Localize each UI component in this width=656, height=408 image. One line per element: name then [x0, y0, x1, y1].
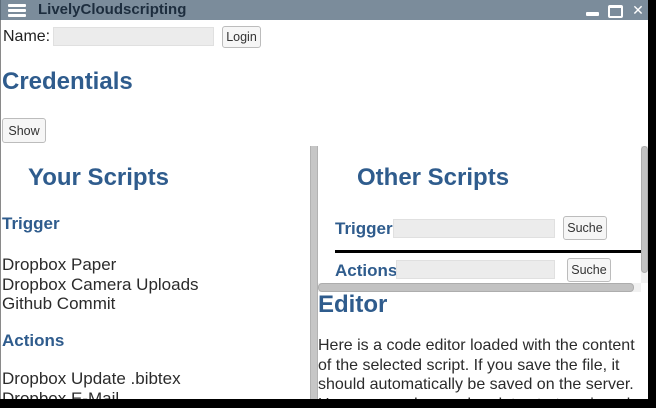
actions-search-label: Actions — [335, 261, 397, 280]
login-button[interactable]: Login — [222, 26, 261, 48]
trigger-search-button[interactable]: Suche — [563, 216, 607, 240]
trigger-search-label: Trigger — [335, 219, 393, 238]
name-input[interactable] — [53, 27, 214, 46]
script-list-item[interactable]: Github Commit — [2, 294, 199, 314]
your-scripts-heading: Your Scripts — [28, 165, 169, 191]
script-list-item[interactable]: Dropbox E-Mail — [2, 389, 181, 400]
other-scripts-heading: Other Scripts — [357, 165, 509, 191]
actions-subheading: Actions — [2, 331, 64, 350]
titlebar[interactable]: LivelyCloudscripting ✕ — [0, 0, 648, 20]
name-label: Name: — [3, 27, 50, 46]
left-panel-scrollbar[interactable] — [310, 146, 318, 399]
editor-heading: Editor — [318, 292, 387, 318]
credentials-heading: Credentials — [2, 69, 133, 95]
trigger-search-input[interactable] — [393, 219, 555, 238]
app-window: LivelyCloudscripting ✕ Name: Login Crede… — [0, 0, 656, 408]
trigger-script-list: Dropbox PaperDropbox Camera UploadsGithu… — [2, 255, 199, 314]
panel-horizontal-scrollbar-thumb[interactable] — [318, 283, 634, 292]
your-scripts-panel: Your Scripts Trigger Dropbox PaperDropbo… — [0, 146, 310, 399]
script-list-item[interactable]: Dropbox Camera Uploads — [2, 275, 199, 295]
editor-description: Here is a code editor loaded with the co… — [318, 336, 646, 399]
trigger-subheading: Trigger — [2, 214, 60, 233]
editor-section: Editor Here is a code editor loaded with… — [318, 292, 648, 399]
window-title: LivelyCloudscripting — [38, 0, 186, 20]
script-list-item[interactable]: Dropbox Update .bibtex — [2, 369, 181, 389]
maximize-icon[interactable] — [608, 5, 623, 18]
actions-search-input[interactable] — [396, 260, 555, 279]
show-button[interactable]: Show — [2, 118, 46, 143]
desktop-edge-right — [648, 0, 656, 408]
section-divider — [335, 250, 641, 253]
actions-search-button[interactable]: Suche — [567, 258, 611, 282]
panel-vertical-scrollbar-thumb[interactable] — [641, 146, 648, 273]
close-icon[interactable]: ✕ — [629, 0, 647, 20]
hamburger-menu-icon[interactable] — [8, 4, 26, 17]
minimize-icon[interactable] — [586, 12, 599, 16]
script-list-item[interactable]: Dropbox Paper — [2, 255, 199, 275]
other-scripts-panel: Other Scripts Trigger Suche Actions Such… — [318, 146, 648, 292]
actions-script-list: Dropbox Update .bibtexDropbox E-Mail — [2, 369, 181, 399]
desktop-edge-bottom — [0, 399, 656, 408]
